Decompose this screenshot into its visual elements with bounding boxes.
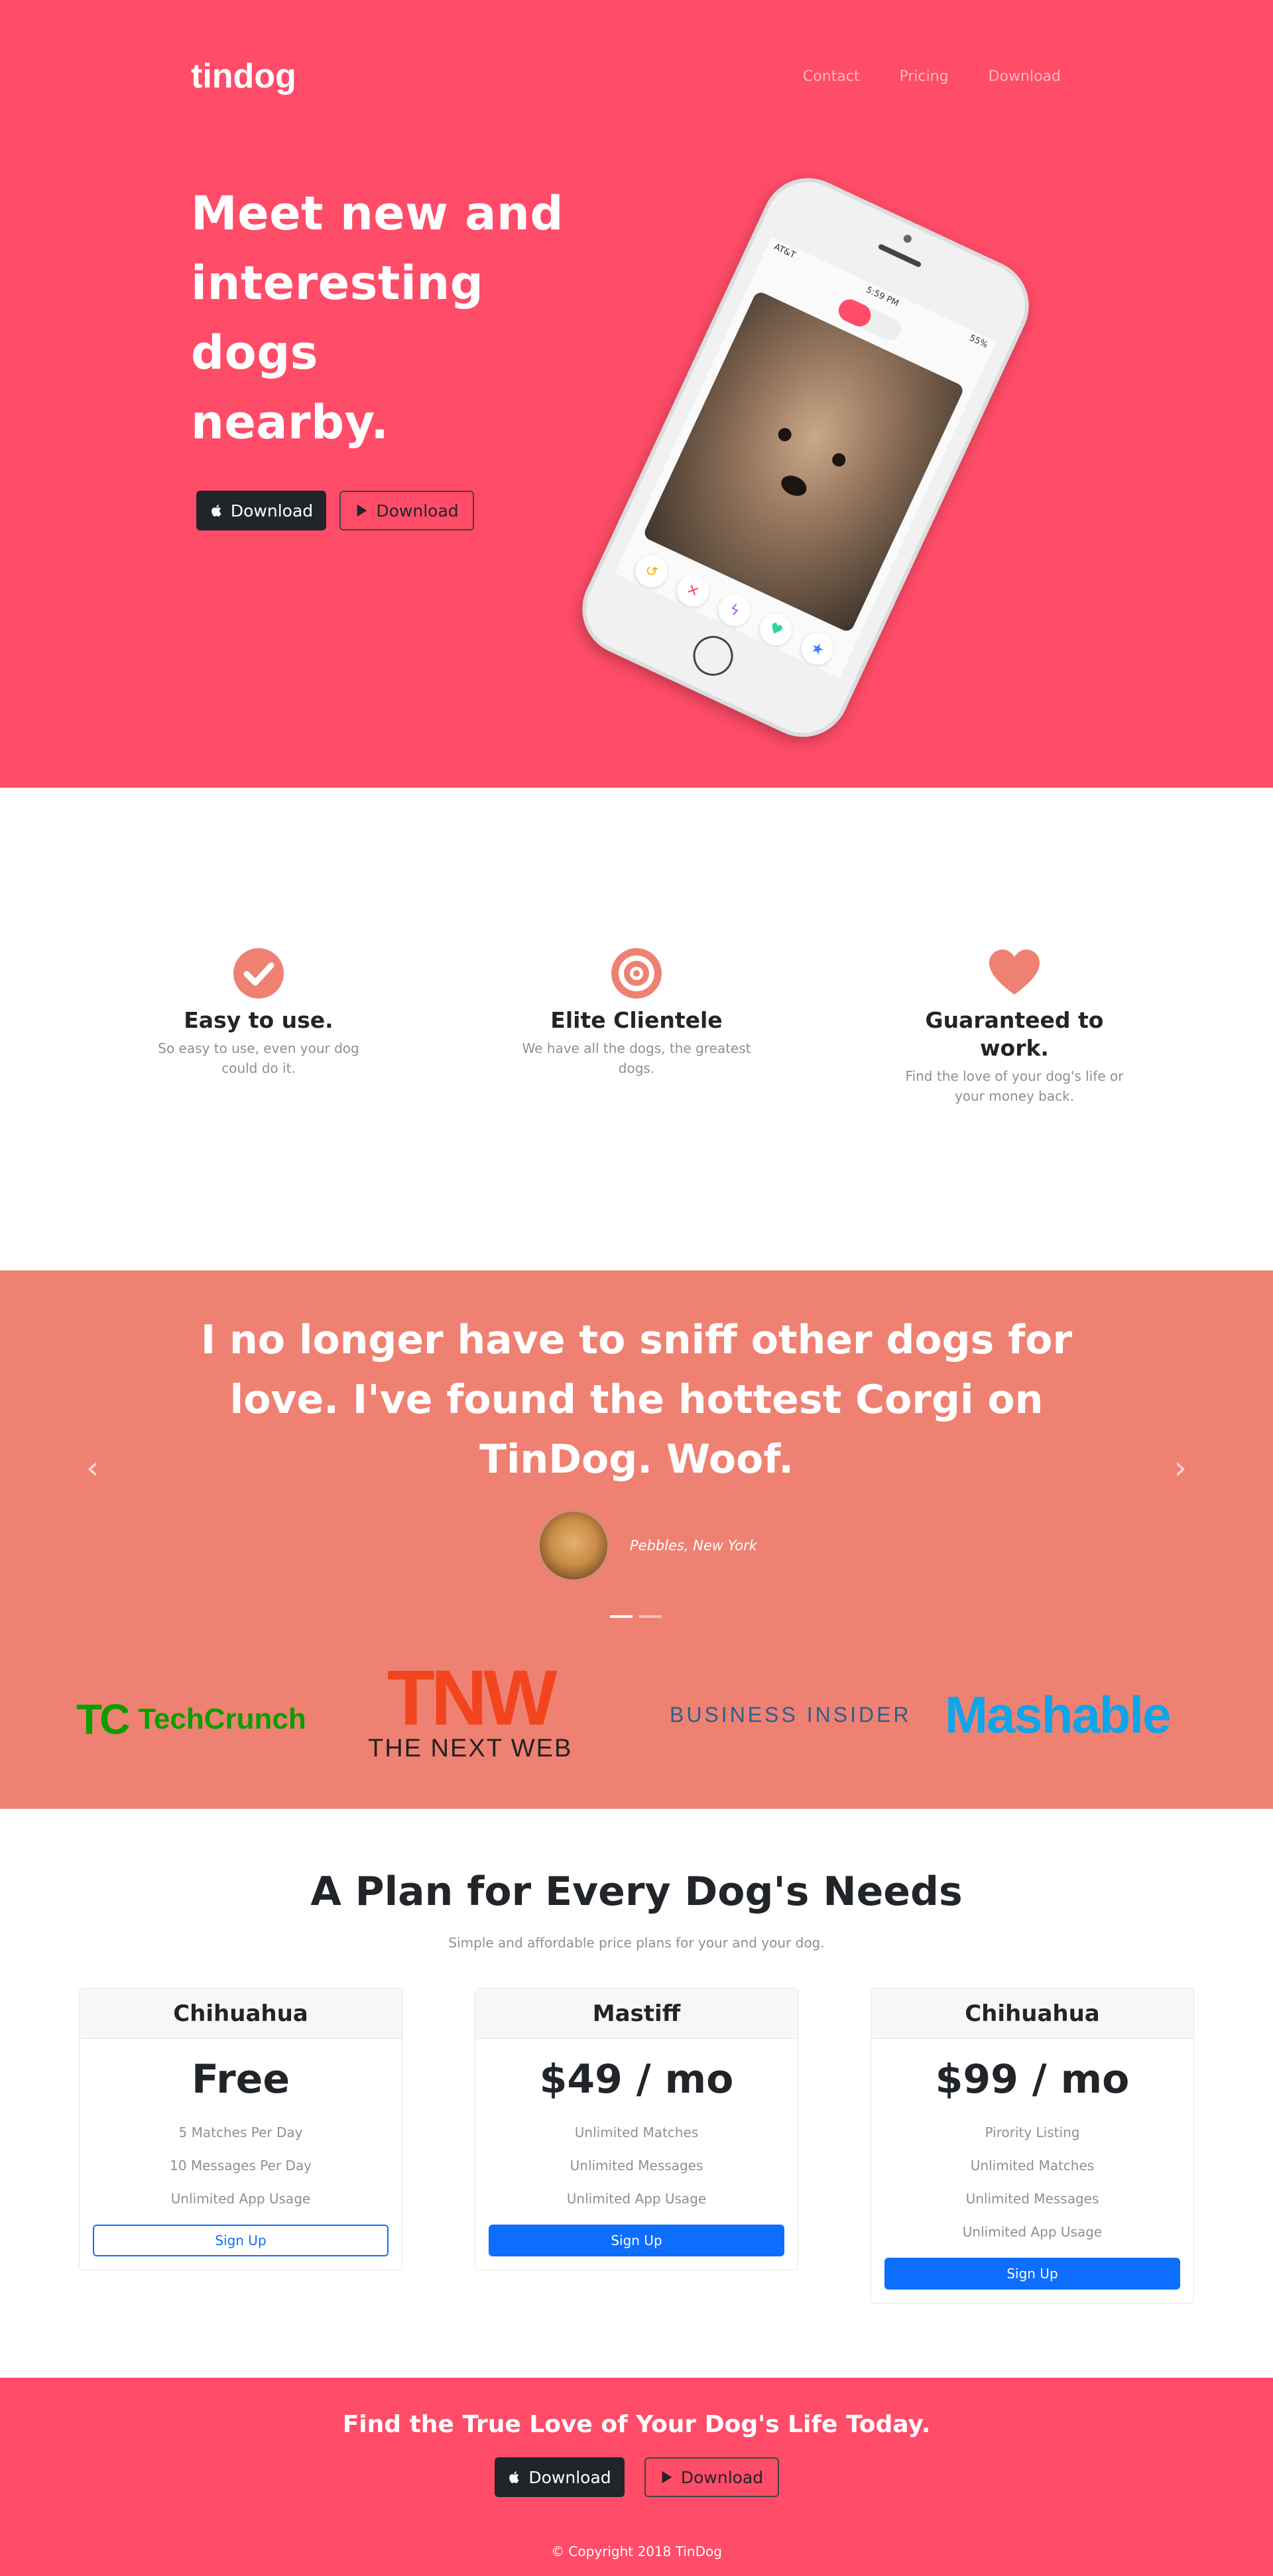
cta-download-buttons: Download Download xyxy=(0,2457,1273,2497)
carousel-indicator-1[interactable] xyxy=(610,1615,633,1618)
plan-feature: 5 Matches Per Day xyxy=(178,2124,303,2140)
techcrunch-logo: TC TechCrunch xyxy=(76,1695,306,1744)
nav-link-download[interactable]: Download xyxy=(989,68,1061,85)
avatar xyxy=(537,1509,610,1582)
apple-download-button[interactable]: Download xyxy=(196,491,326,530)
techcrunch-mark: TC xyxy=(76,1695,130,1743)
plan-feature: 10 Messages Per Day xyxy=(170,2158,312,2174)
sign-up-button[interactable]: Sign Up xyxy=(93,2225,389,2256)
testimonial-author-name: Pebbles, New York xyxy=(630,1538,757,1554)
feature-guaranteed: Guaranteed to work. Find the love of you… xyxy=(895,947,1134,1106)
plan-feature: Unlimited App Usage xyxy=(170,2191,311,2207)
plan-feature: Unlimited Messages xyxy=(965,2191,1099,2207)
copyright-text: © Copyright 2018 TinDog xyxy=(551,2544,722,2559)
testimonial-quote: I no longer have to sniff other dogs for… xyxy=(200,1317,1073,1483)
sign-up-button[interactable]: Sign Up xyxy=(489,2225,784,2256)
pricing-card-mastiff: Mastiff $49 / mo Unlimited Matches Unlim… xyxy=(475,1988,798,2270)
plan-feature: Pirority Listing xyxy=(985,2124,1080,2140)
pricing-title: A Plan for Every Dog's Needs xyxy=(310,1869,963,1915)
hero-text: Meet new and interesting dogs nearby. Do… xyxy=(191,179,615,530)
plan-price: Free xyxy=(191,2056,290,2103)
cta-footer-section: Find the True Love of Your Dog's Life To… xyxy=(0,2378,1273,2576)
testimonial-author: Pebbles, New York xyxy=(537,1509,757,1582)
feature-text: We have all the dogs, the greatest dogs. xyxy=(522,1040,751,1076)
feature-elite-clientele: Elite Clientele We have all the dogs, th… xyxy=(517,947,756,1078)
apple-download-button[interactable]: Download xyxy=(494,2457,625,2497)
pricing-card-chihuahua-premium: Chihuahua $99 / mo Pirority Listing Unli… xyxy=(871,1988,1194,2303)
business-insider-wordmark: BUSINESS INSIDER xyxy=(670,1703,912,1727)
google-play-icon xyxy=(357,504,367,517)
hero-headline-line-1: Meet new and xyxy=(191,186,564,241)
press-logos: TC TechCrunch TNW THE NEXT WEB BUSINESS … xyxy=(0,1648,1273,1808)
plan-name: Mastiff xyxy=(475,1989,798,2039)
plan-feature: Unlimited Matches xyxy=(970,2158,1095,2174)
navbar: tindog Contact Pricing Download xyxy=(191,53,1082,99)
feature-title: Easy to use. xyxy=(184,1007,333,1033)
feature-text: Find the love of your dog's life or your… xyxy=(905,1068,1124,1104)
apple-icon xyxy=(509,2471,519,2483)
nav-link-contact[interactable]: Contact xyxy=(803,68,860,85)
plan-feature: Unlimited Messages xyxy=(570,2158,703,2174)
nav-link-pricing[interactable]: Pricing xyxy=(899,68,948,85)
plan-price: $99 / mo xyxy=(935,2056,1130,2103)
hero-section: tindog Contact Pricing Download Meet new… xyxy=(0,0,1273,788)
hero-headline: Meet new and interesting dogs nearby. xyxy=(191,179,615,458)
plan-feature: Unlimited App Usage xyxy=(566,2191,707,2207)
cta-title: Find the True Love of Your Dog's Life To… xyxy=(342,2411,931,2438)
feature-title: Guaranteed to work. xyxy=(925,1007,1104,1061)
apple-icon xyxy=(211,505,221,517)
google-play-icon xyxy=(662,2471,672,2484)
techcrunch-wordmark: TechCrunch xyxy=(138,1703,306,1735)
google-play-download-label: Download xyxy=(376,501,459,521)
nav-links: Contact Pricing Download xyxy=(803,68,1061,85)
mashable-wordmark: Mashable xyxy=(945,1686,1171,1744)
phone-mockup-image: AT&T 5:59 PM 55% ↺ ✕ ϟ ♥ ★ xyxy=(567,162,1044,753)
plan-name: Chihuahua xyxy=(871,1989,1193,2039)
brand-logo[interactable]: tindog xyxy=(191,56,296,96)
google-play-download-button[interactable]: Download xyxy=(339,491,474,530)
carousel-indicator-2[interactable] xyxy=(639,1615,662,1618)
tnw-logo: TNW THE NEXT WEB xyxy=(368,1654,573,1763)
hero-headline-line-3: nearby. xyxy=(191,395,389,450)
hero-download-buttons: Download Download xyxy=(191,491,615,530)
business-insider-logo: BUSINESS INSIDER xyxy=(670,1703,912,1727)
feature-title: Elite Clientele xyxy=(550,1007,723,1033)
bullseye-icon xyxy=(611,948,662,999)
pricing-card-chihuahua-free: Chihuahua Free 5 Matches Per Day 10 Mess… xyxy=(79,1988,402,2270)
heart-icon xyxy=(989,950,1040,995)
testimonials-section: ‹ › I no longer have to sniff other dogs… xyxy=(0,1270,1273,1809)
plan-name: Chihuahua xyxy=(80,1989,402,2039)
pricing-subtitle: Simple and affordable price plans for yo… xyxy=(448,1935,825,1951)
feature-easy-to-use: Easy to use. So easy to use, even your d… xyxy=(139,947,378,1078)
sign-up-button[interactable]: Sign Up xyxy=(884,2258,1180,2290)
apple-download-label: Download xyxy=(230,501,314,521)
mashable-logo: Mashable xyxy=(945,1685,1171,1745)
hero-headline-line-2: interesting dogs xyxy=(191,256,484,380)
tnw-mark: TNW xyxy=(387,1654,558,1742)
pricing-section: A Plan for Every Dog's Needs Simple and … xyxy=(0,1809,1273,2378)
plan-feature: Unlimited App Usage xyxy=(962,2224,1103,2240)
carousel-prev-arrow[interactable]: ‹ xyxy=(86,1449,99,1487)
carousel-next-arrow[interactable]: › xyxy=(1174,1449,1187,1487)
google-play-download-label: Download xyxy=(680,2467,764,2487)
apple-download-label: Download xyxy=(528,2467,611,2487)
plan-price: $49 / mo xyxy=(539,2056,734,2103)
plan-feature: Unlimited Matches xyxy=(574,2124,699,2140)
features-section: Easy to use. So easy to use, even your d… xyxy=(0,788,1273,1270)
google-play-download-button[interactable]: Download xyxy=(644,2457,779,2497)
tnw-wordmark: THE NEXT WEB xyxy=(368,1735,573,1762)
feature-text: So easy to use, even your dog could do i… xyxy=(158,1040,359,1076)
carousel-indicators xyxy=(610,1615,662,1618)
check-circle-icon xyxy=(233,948,284,999)
